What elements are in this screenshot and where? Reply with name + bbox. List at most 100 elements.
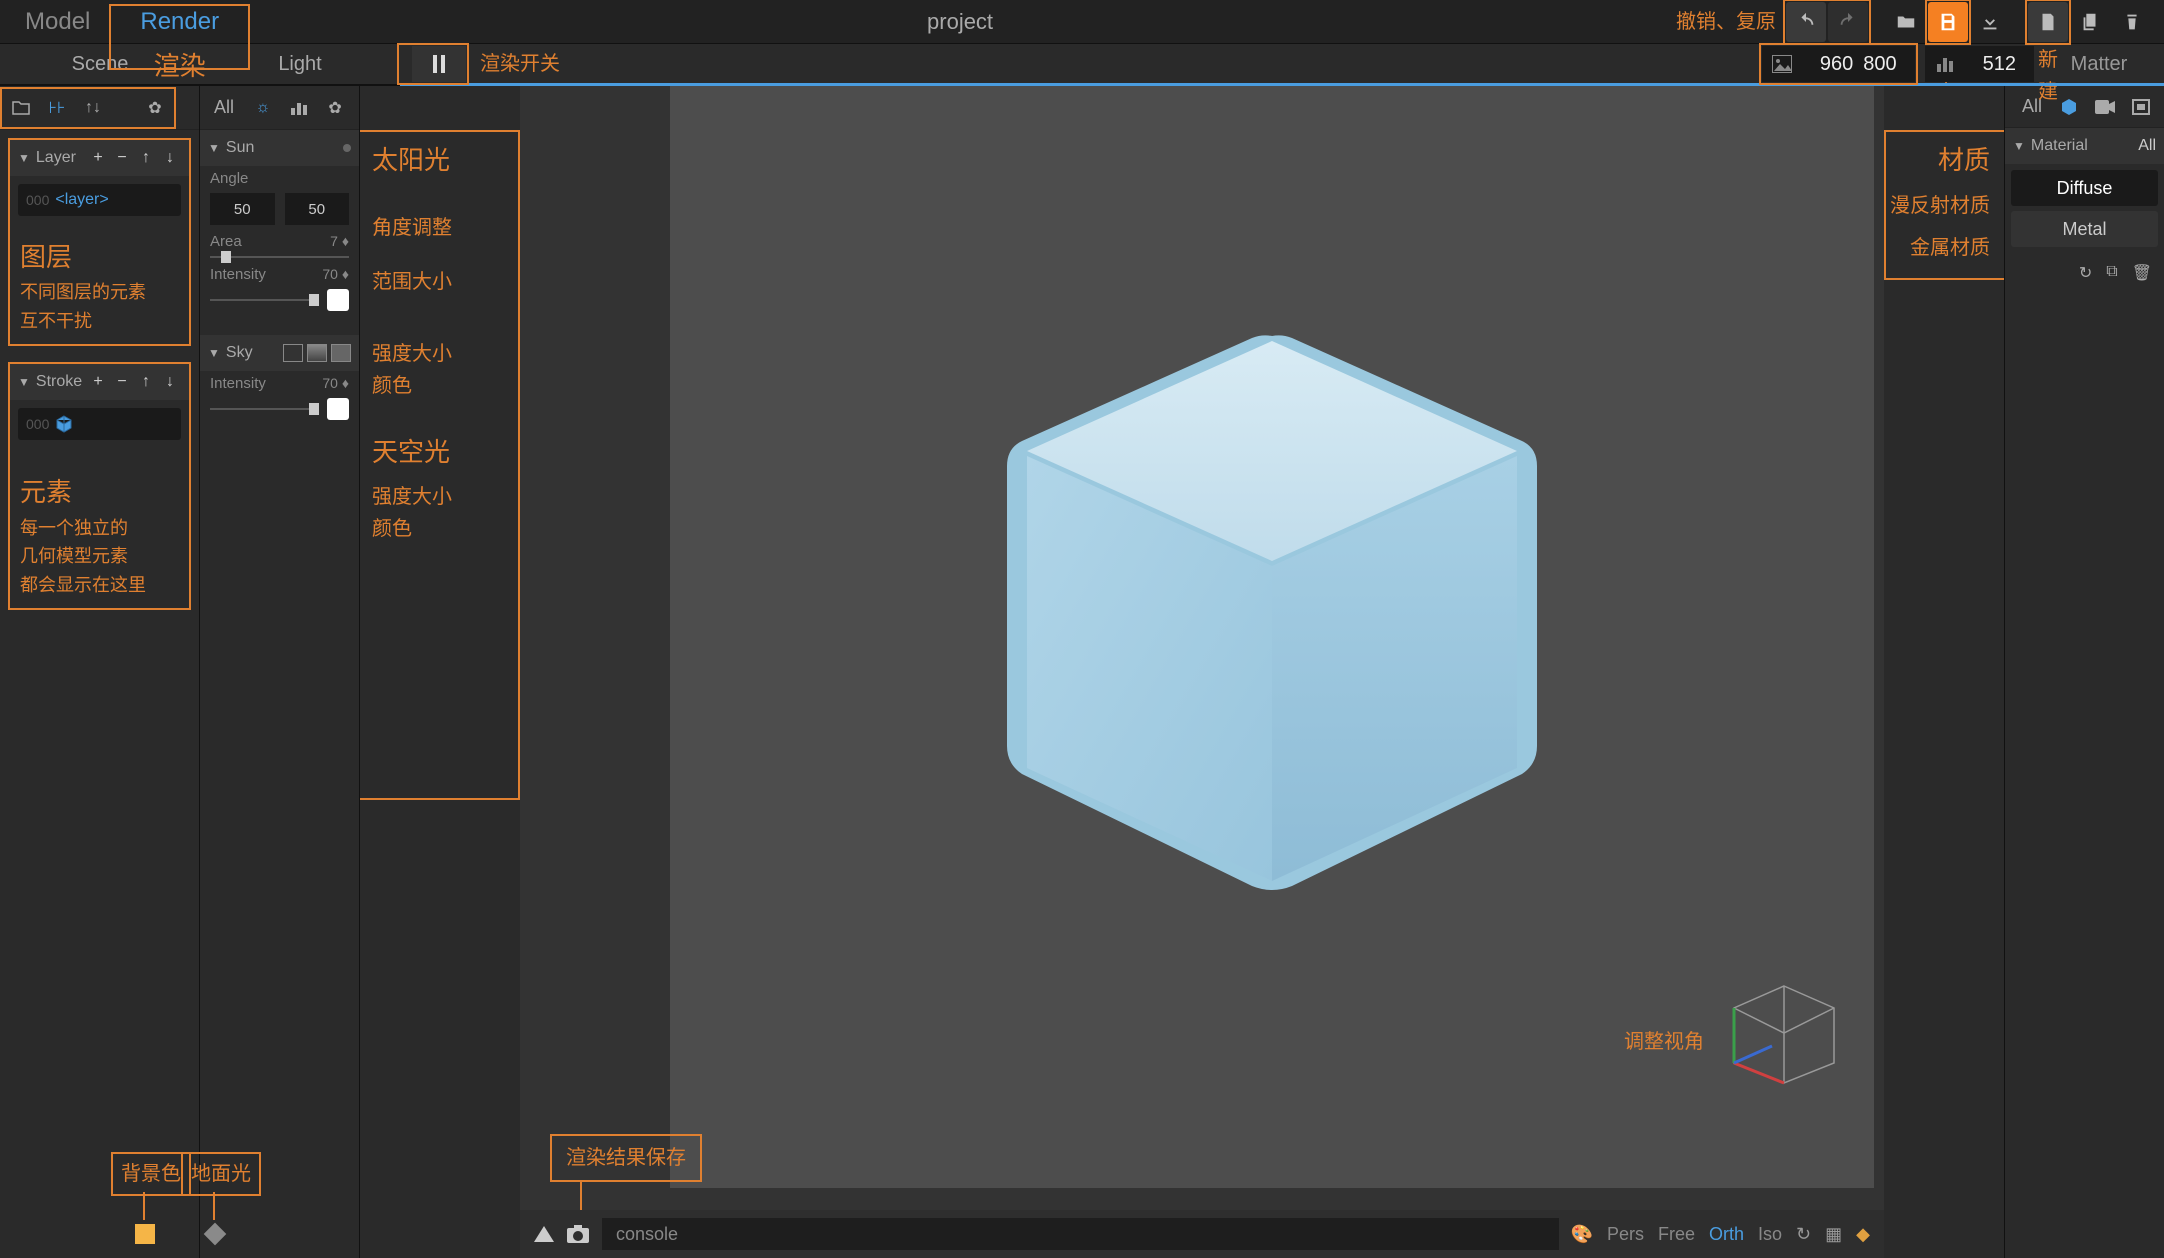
render-toggle-annotation: 渲染开关 — [480, 48, 560, 80]
chevron-down-icon: ▼ — [208, 141, 220, 155]
new-button[interactable] — [2028, 2, 2068, 42]
material-cube-button[interactable] — [2054, 92, 2084, 122]
material-metal[interactable]: Metal — [2011, 211, 2158, 247]
layer-remove-button[interactable]: − — [111, 147, 133, 169]
camera-button[interactable] — [566, 1224, 590, 1244]
tab-render[interactable]: Render — [115, 8, 244, 36]
material-camera-button[interactable] — [2090, 92, 2120, 122]
material-delete-button[interactable]: 🗑 — [2132, 263, 2152, 283]
area-label: Area — [210, 233, 242, 250]
cube-icon — [55, 415, 73, 433]
stroke-remove-button[interactable]: − — [111, 371, 133, 393]
chevron-down-icon: ▼ — [18, 375, 30, 389]
undo-redo-annotation: 撤销、复原 — [1676, 6, 1776, 38]
stroke-up-button[interactable]: ↑ — [135, 371, 157, 393]
bg-color-chip[interactable] — [135, 1224, 155, 1244]
redo-button[interactable] — [1828, 2, 1868, 42]
rendered-cube — [962, 296, 1582, 916]
angle-a-input[interactable]: 50 — [210, 193, 275, 225]
subtab-light[interactable]: Light — [200, 44, 400, 84]
undo-button[interactable] — [1786, 2, 1826, 42]
sun-color-chip[interactable] — [327, 289, 349, 311]
download-button[interactable] — [1970, 2, 2010, 42]
material-frame-button[interactable] — [2126, 92, 2156, 122]
box-icon[interactable]: ◆ — [1856, 1224, 1870, 1245]
stroke-down-button[interactable]: ↓ — [159, 371, 181, 393]
render-viewport[interactable]: 调整视角 — [670, 86, 1874, 1188]
stroke-item[interactable]: 000 — [18, 408, 181, 440]
sky-intensity-label: Intensity — [210, 375, 266, 392]
expand-button[interactable] — [534, 1226, 554, 1242]
angle-b-input[interactable]: 50 — [285, 193, 350, 225]
sun-intensity-value: 70 ♦ — [322, 266, 349, 283]
ground-light-chip[interactable] — [204, 1223, 227, 1246]
project-title: project — [244, 9, 1676, 35]
sun-intensity-label: Intensity — [210, 266, 266, 283]
layer-anno-title: 图层 — [20, 237, 146, 279]
layer-down-button[interactable]: ↓ — [159, 147, 181, 169]
sky-intensity-slider[interactable] — [210, 408, 319, 410]
light-bulb-button[interactable]: ☼ — [248, 93, 278, 123]
sky-panel-header[interactable]: ▼ Sky — [200, 335, 359, 371]
bg-color-annotation: 背景色 — [111, 1152, 191, 1196]
sun-intensity-slider[interactable] — [210, 299, 319, 301]
copy-button[interactable] — [2070, 2, 2110, 42]
reset-view-icon[interactable]: ↻ — [1796, 1224, 1811, 1245]
stroke-panel-header[interactable]: ▼ Stroke + − ↑ ↓ — [10, 364, 189, 400]
sky-title: Sky — [226, 344, 253, 362]
view-pers[interactable]: Pers — [1607, 1224, 1644, 1245]
scene-sort-button[interactable]: ↑↓ — [78, 93, 108, 123]
light-settings-button[interactable]: ✿ — [320, 93, 350, 123]
material-filter-all[interactable]: All — [2138, 137, 2156, 155]
render-annotation: 渲染 — [154, 46, 206, 88]
matter-label: Matter — [2044, 53, 2154, 76]
render-pause-button[interactable] — [412, 46, 466, 82]
ground-light-annotation: 地面光 — [181, 1152, 261, 1196]
bars-icon — [1925, 56, 1965, 72]
samples-control[interactable]: 512 — [1925, 46, 2034, 82]
layer-panel-header[interactable]: ▼ Layer + − ↑ ↓ — [10, 140, 189, 176]
view-iso[interactable]: Iso — [1758, 1224, 1782, 1245]
console-input[interactable]: console — [602, 1218, 1559, 1250]
sun-panel-header[interactable]: ▼ Sun — [200, 130, 359, 166]
view-free[interactable]: Free — [1658, 1224, 1695, 1245]
gizmo-annotation: 调整视角 — [1624, 1026, 1714, 1058]
tab-model[interactable]: Model — [0, 0, 115, 43]
scene-folder-button[interactable] — [6, 93, 36, 123]
sky-intensity-value: 70 ♦ — [322, 375, 349, 392]
material-refresh-button[interactable]: ↻ — [2079, 263, 2092, 283]
material-copy-button[interactable]: ⧉ — [2106, 263, 2117, 283]
area-slider[interactable] — [210, 256, 349, 258]
layer-panel-title: Layer — [36, 149, 76, 167]
stroke-panel-title: Stroke — [36, 373, 82, 391]
view-orth[interactable]: Orth — [1709, 1224, 1744, 1245]
light-all-button[interactable]: All — [206, 93, 242, 123]
sky-color-chip[interactable] — [327, 398, 349, 420]
scene-settings-button[interactable]: ✿ — [140, 93, 170, 123]
grid-icon[interactable]: ▦ — [1825, 1224, 1842, 1245]
material-diffuse[interactable]: Diffuse — [2011, 170, 2158, 206]
palette-icon[interactable]: 🎨 — [1571, 1224, 1593, 1245]
image-size-control[interactable]: 960800 — [1762, 46, 1915, 82]
light-bars-button[interactable] — [284, 93, 314, 123]
chevron-down-icon: ▼ — [208, 346, 220, 360]
delete-button[interactable] — [2112, 2, 2152, 42]
view-gizmo[interactable] — [1724, 978, 1844, 1088]
layer-item[interactable]: 000 <layer> — [18, 184, 181, 216]
image-icon — [1762, 55, 1802, 73]
stroke-add-button[interactable]: + — [87, 371, 109, 393]
open-button[interactable] — [1886, 2, 1926, 42]
material-panel-title: Material — [2031, 137, 2088, 155]
sun-status-dot — [343, 144, 351, 152]
material-panel-header[interactable]: ▼ Material All — [2005, 128, 2164, 164]
angle-label: Angle — [210, 170, 349, 187]
chevron-down-icon: ▼ — [18, 151, 30, 165]
save-render-annotation: 渲染结果保存 — [550, 1134, 702, 1182]
layer-item-name: <layer> — [55, 191, 108, 209]
sun-title: Sun — [226, 139, 254, 157]
sky-mode-icons[interactable] — [283, 344, 351, 362]
layer-add-button[interactable]: + — [87, 147, 109, 169]
scene-hierarchy-button[interactable]: ⊦⊦ — [42, 93, 72, 123]
save-button[interactable] — [1928, 2, 1968, 42]
layer-up-button[interactable]: ↑ — [135, 147, 157, 169]
